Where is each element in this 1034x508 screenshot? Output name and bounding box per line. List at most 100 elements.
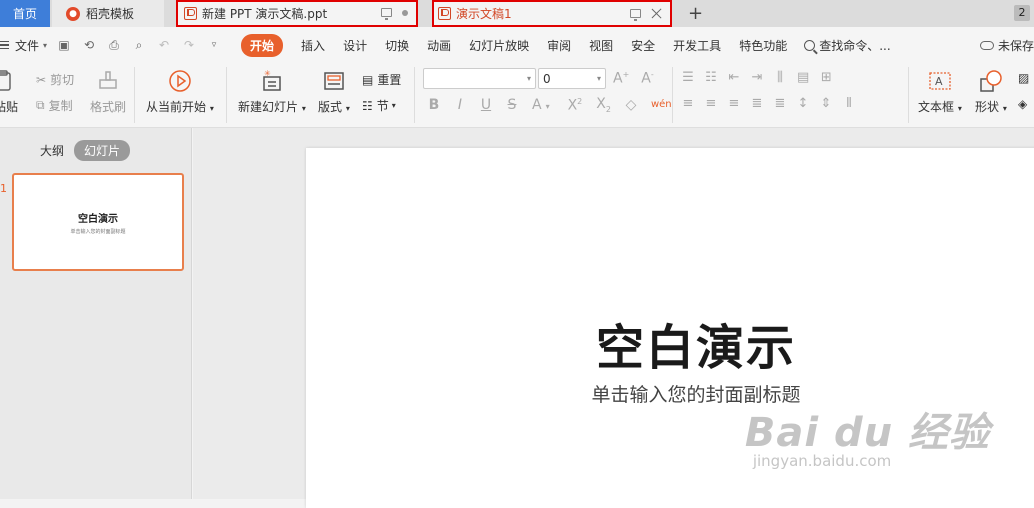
layout-button[interactable]: 版式 ▾	[318, 69, 350, 115]
superscript-icon[interactable]: X2	[568, 97, 583, 114]
save-icon[interactable]: ▣	[57, 38, 71, 52]
file-menu[interactable]: 文件 ▾	[0, 37, 47, 54]
chevron-down-icon: ▾	[345, 104, 350, 113]
redo-icon[interactable]: ↷	[182, 38, 196, 52]
paragraph-spacing-icon[interactable]: ⇕	[820, 96, 832, 111]
menu-tab-animations[interactable]: 动画	[427, 37, 451, 54]
thumbnail-subtitle: 单击输入您的封面副标题	[70, 228, 126, 235]
tab-docer-templates[interactable]: ● 稻壳模板	[52, 0, 164, 27]
font-family-select[interactable]: ▾	[423, 68, 536, 89]
distribute-icon[interactable]: ≣	[774, 96, 786, 111]
new-slide-label: 新建幻灯片	[238, 100, 299, 114]
menu-tab-developer[interactable]: 开发工具	[673, 37, 721, 54]
subscript-icon[interactable]: X2	[596, 96, 611, 114]
new-slide-icon: ✳	[263, 69, 281, 91]
menu-tab-review[interactable]: 审阅	[547, 37, 571, 54]
layers-button[interactable]: ◈	[1018, 97, 1027, 111]
increase-indent-icon[interactable]: ⇥	[751, 70, 763, 85]
menu-tab-slideshow[interactable]: 幻灯片放映	[469, 37, 529, 54]
tab-document-1-label: 演示文稿1	[456, 7, 512, 21]
line-spacing-icon[interactable]: ↕	[797, 96, 809, 111]
tab-home[interactable]: 首页	[0, 0, 50, 27]
clear-format-icon[interactable]: ◇	[625, 97, 637, 113]
increase-font-icon[interactable]: A+	[613, 70, 629, 87]
bold-icon[interactable]: B	[428, 97, 440, 113]
play-from-current-button[interactable]: 从当前开始 ▾	[146, 69, 214, 115]
slide-thumbnail[interactable]: 空白演示 单击输入您的封面副标题	[12, 173, 184, 271]
quick-access-toolbar: ▣ ⟲ ⎙ ⌕ ↶ ↷ ▿	[57, 38, 221, 52]
print-icon[interactable]: ⎙	[107, 38, 121, 52]
paragraph-row-bottom: ≡ ≡ ≡ ≣ ≣ ↕ ⇕ ⫴	[682, 96, 855, 111]
paste-button[interactable]: 粘贴	[0, 69, 18, 115]
menu-tab-insert[interactable]: 插入	[301, 37, 325, 54]
close-icon[interactable]	[651, 8, 662, 19]
menu-tab-home[interactable]: 开始	[241, 33, 284, 57]
undo-icon[interactable]: ↶	[157, 38, 171, 52]
customize-chevron-icon[interactable]: ▿	[207, 38, 221, 52]
monitor-icon[interactable]	[630, 9, 641, 21]
align-text-icon[interactable]: ▤	[797, 70, 809, 85]
numbered-list-icon[interactable]: ☷	[705, 70, 717, 85]
window-count-badge[interactable]: 2	[1014, 5, 1030, 21]
font-size-select[interactable]: 0 ▾	[538, 68, 606, 89]
search-commands-label: 查找命令、...	[819, 38, 891, 53]
menu-tab-special[interactable]: 特色功能	[739, 37, 787, 54]
text-direction-icon[interactable]: ⫼	[774, 70, 786, 85]
slide-number: 1	[0, 182, 7, 195]
font-size-value: 0	[543, 72, 551, 86]
decrease-indent-icon[interactable]: ⇤	[728, 70, 740, 85]
shape-button[interactable]: 形状 ▾	[975, 69, 1007, 115]
chevron-down-icon: ▾	[526, 74, 531, 83]
cloud-save-status[interactable]: 未保存	[979, 37, 1034, 54]
menu-tab-view[interactable]: 视图	[589, 37, 613, 54]
pinyin-guide-icon[interactable]: wén	[651, 99, 672, 110]
menu-tab-security[interactable]: 安全	[631, 37, 655, 54]
watermark-url: jingyan.baidu.com	[752, 452, 892, 470]
slide-panel: 大纲 幻灯片 1 空白演示 单击输入您的封面副标题	[0, 128, 192, 499]
new-slide-button[interactable]: ✳ 新建幻灯片 ▾	[238, 69, 306, 115]
column-icon[interactable]: ⫴	[843, 96, 855, 111]
shape-label: 形状	[975, 100, 1000, 114]
bullet-list-icon[interactable]: ☰	[682, 70, 694, 85]
new-tab-plus-icon[interactable]: +	[688, 3, 703, 24]
align-center-icon[interactable]: ≡	[705, 96, 717, 111]
copy-button[interactable]: ⧉ 复制	[36, 97, 73, 114]
unsaved-dot-icon[interactable]	[402, 9, 408, 16]
menu-tab-design[interactable]: 设计	[343, 37, 367, 54]
ribbon-separator	[908, 67, 909, 123]
reset-button[interactable]: ▤ 重置	[362, 71, 401, 88]
justify-icon[interactable]: ≣	[751, 96, 763, 111]
slides-tab[interactable]: 幻灯片	[74, 140, 131, 161]
menu-tab-transitions[interactable]: 切换	[385, 37, 409, 54]
paste-icon	[0, 70, 11, 91]
panel-tabs: 大纲 幻灯片	[40, 140, 131, 161]
picture-button[interactable]: ▨	[1018, 71, 1029, 85]
ribbon-separator	[414, 67, 415, 123]
smart-art-icon[interactable]: ⊞	[820, 70, 832, 85]
print-preview-icon[interactable]: ⌕	[132, 38, 146, 52]
tab-document-1[interactable]: 演示文稿1	[432, 0, 672, 27]
file-menu-label: 文件	[15, 38, 40, 53]
underline-icon[interactable]: U	[480, 97, 492, 113]
format-painter-button[interactable]: 格式刷	[90, 69, 126, 115]
italic-icon[interactable]: I	[454, 97, 466, 113]
decrease-font-icon[interactable]: A-	[641, 70, 653, 87]
tab-document-ppt[interactable]: 新建 PPT 演示文稿.ppt	[176, 0, 418, 27]
text-box-button[interactable]: A 文本框 ▾	[918, 69, 962, 115]
strikethrough-icon[interactable]: S	[506, 97, 518, 113]
unsaved-label: 未保存	[997, 38, 1034, 53]
ppt-file-icon	[438, 7, 451, 20]
section-button[interactable]: ☷ 节 ▾	[362, 97, 396, 114]
copy-label: 复制	[48, 99, 73, 113]
align-right-icon[interactable]: ≡	[728, 96, 740, 111]
tab-document-ppt-label: 新建 PPT 演示文稿.ppt	[202, 7, 328, 21]
monitor-icon[interactable]	[381, 8, 392, 20]
section-icon: ☷	[362, 98, 373, 113]
font-color-icon[interactable]: A ▾	[532, 97, 554, 113]
cut-button[interactable]: ✂ 剪切	[36, 71, 74, 88]
slide-title[interactable]: 空白演示	[306, 308, 1034, 378]
search-commands[interactable]: 查找命令、...	[804, 37, 891, 54]
outline-tab[interactable]: 大纲	[40, 142, 64, 159]
align-left-icon[interactable]: ≡	[682, 96, 694, 111]
convert-icon[interactable]: ⟲	[82, 38, 96, 52]
